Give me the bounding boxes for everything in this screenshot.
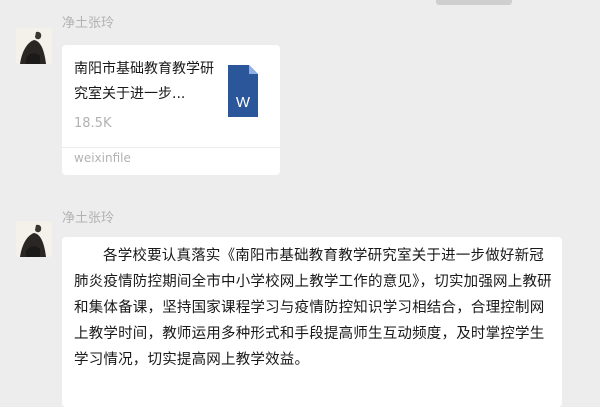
avatar[interactable] [16,28,52,64]
file-card-divider [62,147,280,148]
avatar[interactable] [16,221,52,257]
text-message-bubble[interactable]: 各学校要认真落实《南阳市基础教育教学研究室关于进一步做好新冠肺炎疫情防控期间全市… [62,237,562,407]
word-icon-letter: W [236,94,251,111]
file-message-card[interactable]: 南阳市基础教育教学研究室关于进一步... 18.5K W weixinfile [62,45,280,175]
top-status-strip [436,0,512,5]
message-text: 各学校要认真落实《南阳市基础教育教学研究室关于进一步做好新冠肺炎疫情防控期间全市… [74,248,552,368]
word-file-icon: W [228,65,258,117]
sender-name: 净土张玲 [62,211,115,226]
file-title: 南阳市基础教育教学研究室关于进一步... [74,61,214,102]
file-size: 18.5K [74,116,112,131]
sender-name: 净土张玲 [62,16,115,31]
file-source-label: weixinfile [74,151,131,165]
